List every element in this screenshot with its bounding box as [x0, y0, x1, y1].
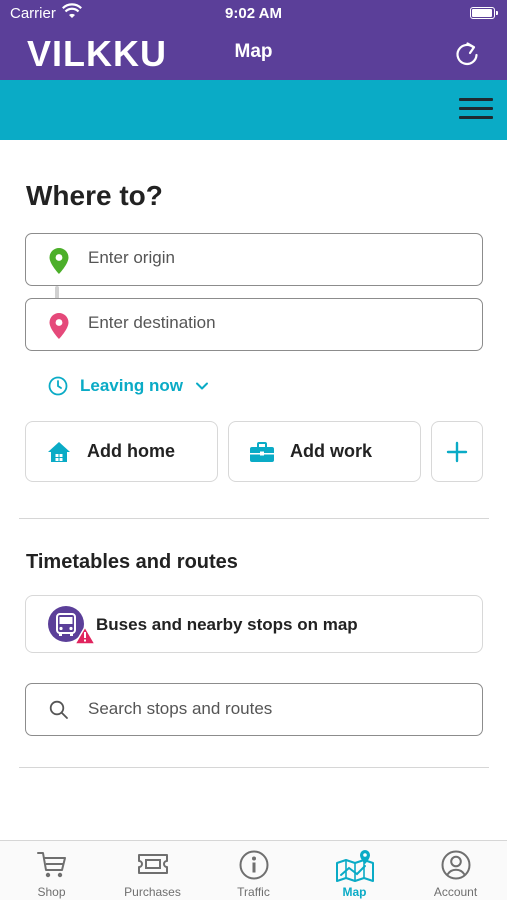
- timetables-heading: Timetables and routes: [26, 551, 238, 573]
- account-icon: [441, 850, 470, 880]
- hamburger-menu-icon[interactable]: [459, 98, 493, 122]
- buses-nearby-label: Buses and nearby stops on map: [96, 615, 358, 634]
- section-divider-bottom: [19, 767, 489, 768]
- tab-traffic[interactable]: Traffic: [203, 841, 304, 900]
- origin-pin-icon: [49, 248, 69, 274]
- battery-icon: [470, 7, 498, 19]
- tab-shop-label: Shop: [37, 885, 66, 899]
- destination-pin-icon: [49, 313, 69, 339]
- clock-time: 9:02 AM: [225, 5, 282, 22]
- chevron-down-icon: [195, 382, 208, 390]
- destination-field[interactable]: [25, 298, 483, 351]
- cart-icon: [36, 852, 66, 878]
- stops-search-field[interactable]: [25, 683, 483, 736]
- buses-nearby-button[interactable]: Buses and nearby stops on map: [25, 595, 483, 653]
- leaving-time-selector[interactable]: Leaving now: [48, 373, 209, 399]
- tab-purchases[interactable]: Purchases: [102, 841, 203, 900]
- add-home-button[interactable]: Add home: [25, 421, 218, 482]
- info-icon: [239, 850, 268, 880]
- leaving-label: Leaving now: [80, 376, 183, 395]
- destination-input[interactable]: [88, 313, 468, 333]
- tab-bar: Shop Purchases Traffic Map Account: [0, 840, 507, 900]
- add-place-button[interactable]: [431, 421, 483, 482]
- search-icon: [49, 700, 68, 719]
- tab-map-label: Map: [342, 885, 367, 899]
- home-icon: [48, 441, 70, 462]
- tab-account-label: Account: [433, 885, 478, 899]
- origin-input[interactable]: [88, 248, 468, 268]
- tab-purchases-label: Purchases: [124, 885, 181, 899]
- status-bar: Carrier 9:02 AM: [0, 0, 507, 28]
- tab-map[interactable]: Map: [304, 841, 405, 900]
- add-work-button[interactable]: Add work: [228, 421, 421, 482]
- app-bar: VILKKU Map: [0, 28, 507, 80]
- tab-traffic-label: Traffic: [237, 885, 270, 899]
- sub-header-bar: [0, 80, 507, 140]
- add-home-label: Add home: [87, 441, 175, 461]
- brand-logo: VILKKU: [27, 33, 167, 74]
- briefcase-icon: [250, 441, 274, 462]
- add-work-label: Add work: [290, 441, 373, 461]
- plus-icon: [446, 441, 468, 463]
- section-divider: [19, 518, 489, 519]
- where-to-heading: Where to?: [26, 180, 163, 211]
- map-icon: [335, 850, 374, 882]
- tab-shop[interactable]: Shop: [1, 841, 102, 900]
- ticket-icon: [137, 854, 168, 874]
- origin-field[interactable]: [25, 233, 483, 286]
- clock-icon: [48, 376, 68, 396]
- tab-account[interactable]: Account: [405, 841, 506, 900]
- refresh-icon[interactable]: [451, 38, 483, 70]
- stops-search-input[interactable]: [88, 699, 468, 719]
- bus-warning-icon: [48, 606, 96, 645]
